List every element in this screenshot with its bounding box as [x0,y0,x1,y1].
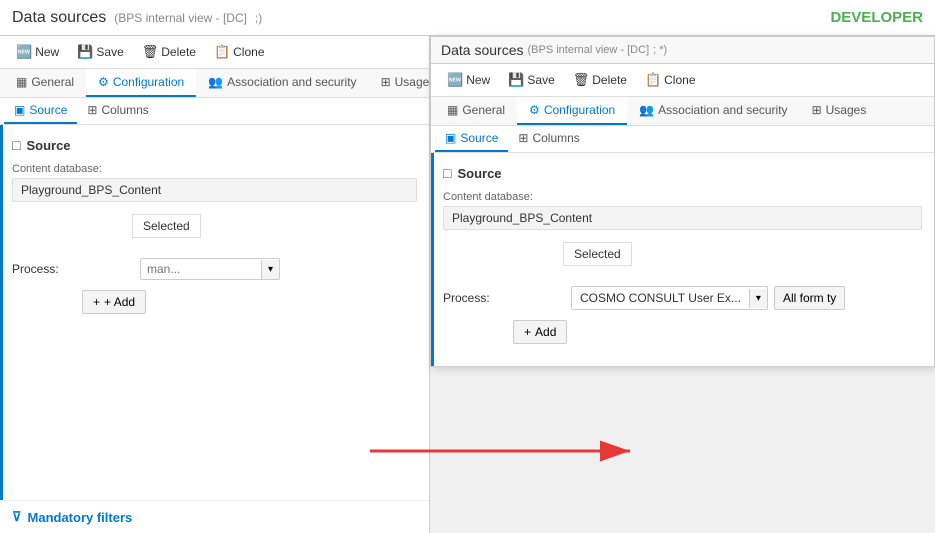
filter-icon-left: ⊽ [12,509,22,525]
right-sub-tabs: ▣ Source ⊞ Columns [431,126,934,153]
right-panel: Data sources (BPS internal view - [DC] ;… [430,36,935,367]
right-panel-content: □ Source Content database: Playground_BP… [431,153,934,366]
process-dropdown-arrow-left[interactable]: ▾ [261,260,279,279]
source-tab-icon-left: ▣ [14,103,25,117]
association-icon-left: 👥 [208,75,223,89]
new-icon-right: 🆕 [447,72,463,88]
sub-tab-source-left[interactable]: ▣ Source [4,98,77,124]
left-sub-tabs: ▣ Source ⊞ Columns [0,98,429,125]
content-database-label-left: Content database: [12,163,417,175]
process-input-left[interactable] [141,259,261,279]
columns-tab-icon-left: ⊞ [87,103,97,117]
source-section-header-right: □ Source [443,165,922,181]
left-new-button[interactable]: 🆕 New [8,40,67,64]
sub-tab-columns-right[interactable]: ⊞ Columns [508,126,589,152]
source-tab-icon-right: ▣ [445,131,456,145]
usages-icon-right: ⊞ [812,103,822,117]
content-database-value-left: Playground_BPS_Content [12,178,417,202]
left-save-button[interactable]: 💾 Save [69,40,132,64]
right-save-button[interactable]: 💾 Save [500,68,563,92]
configuration-icon-right: ⚙ [529,103,540,117]
add-icon-left: + [93,295,100,309]
sub-tab-source-right[interactable]: ▣ Source [435,126,508,152]
add-icon-right: + [524,325,531,339]
content-database-value-right: Playground_BPS_Content [443,206,922,230]
process-label-right: Process: [443,291,503,305]
source-section-icon-right: □ [443,165,451,181]
save-icon: 💾 [77,44,93,60]
process-dropdown-arrow-right[interactable]: ▾ [749,289,767,308]
mandatory-filters-left[interactable]: ⊽ Mandatory filters [0,500,429,533]
left-panel-content: □ Source Content database: Playground_BP… [0,125,429,500]
process-dropdown-value-right: COSMO CONSULT User Ex... [572,287,749,309]
general-icon-left: ▦ [16,75,27,89]
right-panel-subtitle-end: ; *) [653,44,667,56]
app-subtitle: (BPS internal view - [DC] [114,11,247,25]
tab-usages-right[interactable]: ⊞ Usages [800,97,879,125]
content-database-label-right: Content database: [443,191,922,203]
process-dropdown-right[interactable]: COSMO CONSULT User Ex... ▾ [571,286,768,310]
delete-icon-right: 🗑 [573,72,590,88]
left-delete-button[interactable]: 🗑 Delete [134,40,204,64]
process-row-left: Process: ▾ [12,258,417,280]
clone-icon-right: 📋 [645,72,661,88]
selected-badge-right: Selected [563,242,632,266]
right-tabs: ▦ General ⚙ Configuration 👥 Association … [431,97,934,126]
right-toolbar: 🆕 New 💾 Save 🗑 Delete 📋 Clone [431,64,934,97]
app-title: Data sources [12,9,106,27]
right-panel-header: Data sources (BPS internal view - [DC] ;… [431,37,934,64]
right-clone-button[interactable]: 📋 Clone [637,68,704,92]
content-database-field-left: Content database: Playground_BPS_Content [12,163,417,202]
selected-badge-left: Selected [132,214,201,238]
tab-general-left[interactable]: ▦ General [4,69,86,97]
save-icon-right: 💾 [508,72,524,88]
left-tabs: ▦ General ⚙ Configuration 👥 Association … [0,69,429,98]
usages-icon-left: ⊞ [381,75,391,89]
tab-association-left[interactable]: 👥 Association and security [196,69,368,97]
delete-icon: 🗑 [142,44,159,60]
clone-icon: 📋 [214,44,230,60]
source-section-header-left: □ Source [12,137,417,153]
right-new-button[interactable]: 🆕 New [439,68,498,92]
tab-configuration-left[interactable]: ⚙ Configuration [86,69,196,97]
sub-tab-columns-left[interactable]: ⊞ Columns [77,98,158,124]
process-dropdown-left[interactable]: ▾ [140,258,280,280]
right-panel-title: Data sources [441,42,523,58]
tab-general-right[interactable]: ▦ General [435,97,517,125]
left-toolbar: 🆕 New 💾 Save 🗑 Delete 📋 Clone [0,36,429,69]
configuration-icon-left: ⚙ [98,75,109,89]
left-panel: 🆕 New 💾 Save 🗑 Delete 📋 Clone ▦ General [0,36,430,533]
columns-tab-icon-right: ⊞ [518,131,528,145]
developer-badge: DEVELOPER [830,9,923,26]
app-subtitle-end: ;) [255,11,262,25]
tab-association-right[interactable]: 👥 Association and security [627,97,799,125]
add-button-right[interactable]: + Add [513,320,567,344]
left-clone-button[interactable]: 📋 Clone [206,40,273,64]
source-section-icon-left: □ [12,137,20,153]
right-panel-subtitle: (BPS internal view - [DC] [527,44,649,56]
tab-configuration-right[interactable]: ⚙ Configuration [517,97,627,125]
right-delete-button[interactable]: 🗑 Delete [565,68,635,92]
add-button-left[interactable]: + + Add [82,290,146,314]
all-form-button[interactable]: All form ty [774,286,845,310]
process-row-right: Process: COSMO CONSULT User Ex... ▾ All … [443,286,922,310]
new-icon: 🆕 [16,44,32,60]
content-database-field-right: Content database: Playground_BPS_Content [443,191,922,230]
association-icon-right: 👥 [639,103,654,117]
general-icon-right: ▦ [447,103,458,117]
process-label-left: Process: [12,262,72,276]
